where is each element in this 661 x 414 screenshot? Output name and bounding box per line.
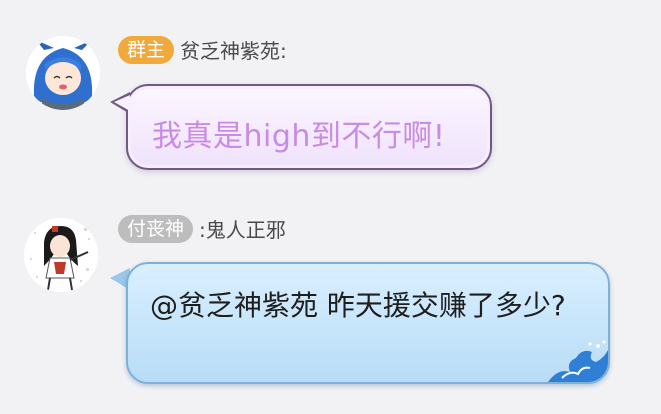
message-text: 我真是high到不行啊! [152,119,446,154]
avatar-image [26,36,100,110]
avatar-image [24,218,98,292]
message-text: @贫乏神紫苑 昨天援交赚了多少? [150,289,566,322]
sender-row: 付丧神 :鬼人正邪 [118,214,286,243]
wave-decoration-icon [548,340,608,382]
sender-row: 群主 贫乏神紫苑: [118,35,287,64]
bubble-tail-inner [114,95,130,111]
chat-message: 付丧神 :鬼人正邪 @贫乏神紫苑 昨天援交赚了多少? [0,200,661,414]
chat-message: 群主 贫乏神紫苑: 我真是high到不行啊! [0,0,661,190]
sender-name[interactable]: 贫乏神紫苑: [180,35,287,64]
role-badge: 付丧神 [118,214,194,243]
message-bubble[interactable]: 我真是high到不行啊! [126,84,492,170]
role-badge: 群主 [118,35,175,64]
avatar[interactable] [26,36,100,110]
avatar[interactable] [24,218,98,292]
message-bubble[interactable]: @贫乏神紫苑 昨天援交赚了多少? [126,262,610,384]
sender-name[interactable]: :鬼人正邪 [199,214,286,243]
